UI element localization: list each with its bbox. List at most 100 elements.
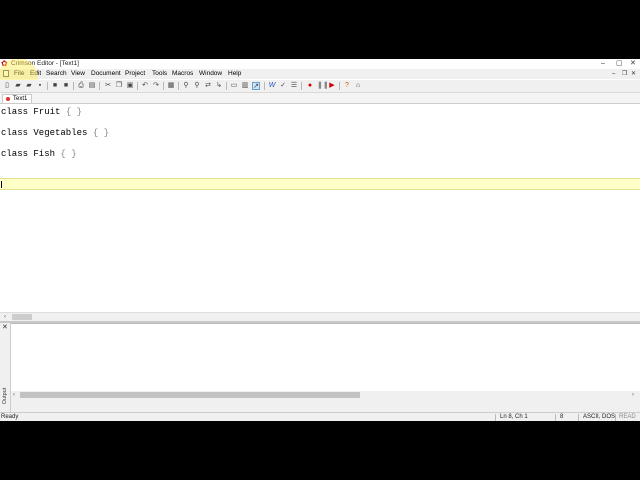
menu-edit[interactable]: Edit [30,70,41,78]
new-window-icon[interactable]: ▭ [230,82,238,90]
code-text: class Fish [1,149,61,159]
print-icon[interactable]: ⎙ [77,82,85,90]
output-horizontal-scrollbar[interactable]: ‹ › [11,391,640,399]
code-brace: { } [60,149,77,159]
open-file-icon[interactable]: ▰ [14,82,22,90]
spell-check-icon[interactable]: ✓ [279,82,287,90]
close-icon[interactable]: ✕ [630,60,636,68]
editor-horizontal-scrollbar[interactable]: ‹ [0,312,640,321]
column-indicator: 8 [560,414,564,420]
copy-icon[interactable]: ❐ [115,82,123,90]
status-message: Ready [1,414,19,420]
menu-macros[interactable]: Macros [172,70,193,78]
save-all-icon[interactable]: ▪ [36,82,44,90]
output-label: Output [2,387,8,405]
editor-window: ✿ Crimson Editor - [Text1] – ▢ ✕ File Ed… [0,59,640,421]
play-macro-icon[interactable]: ▶ [328,82,336,90]
code-line: class Fruit { } [1,107,82,118]
menu-file[interactable]: File [14,70,24,78]
scrollbar-thumb[interactable] [20,392,360,398]
menu-tools[interactable]: Tools [152,70,167,78]
save-as-icon[interactable]: ■ [62,82,70,90]
output-text-area[interactable] [11,323,640,391]
new-file-icon[interactable]: ▯ [3,82,11,90]
open-remote-icon[interactable]: ▰ [25,82,33,90]
toolbar-separator [226,82,227,90]
modified-indicator-icon [6,97,10,101]
title-bar[interactable]: ✿ Crimson Editor - [Text1] – ▢ ✕ [0,59,640,69]
find-icon[interactable]: ⚲ [182,82,190,90]
toolbar-separator [99,82,100,90]
code-brace: { } [92,128,110,138]
doc-minimize-icon[interactable]: – [612,70,615,78]
paste-icon[interactable]: ▣ [126,82,134,90]
toolbar-separator [264,82,265,90]
menu-window[interactable]: Window [199,70,222,78]
current-line-highlight [0,178,640,190]
column-mode-icon[interactable]: ↗ [252,82,260,90]
output-panel: ✕ Output ‹ › [0,323,640,413]
status-bar: Ready Ln 8, Ch 1 8 ASCII, DOS READ [0,412,640,421]
status-separator [495,414,496,421]
document-icon[interactable] [3,70,9,77]
read-mode-indicator: READ [619,414,636,420]
menu-bar: File Edit Search View Document Project T… [0,69,640,79]
pause-macro-icon[interactable]: ❚❚ [317,82,329,90]
status-separator [555,414,556,421]
select-all-icon[interactable]: ▦ [167,82,175,90]
code-line: class Vegetables { } [1,128,109,139]
replace-icon[interactable]: ⇄ [204,82,212,90]
menu-document[interactable]: Document [91,70,121,78]
scroll-right-icon[interactable]: › [632,391,634,399]
text-caret [1,181,2,188]
toolbar-separator [73,82,74,90]
record-macro-icon[interactable]: ● [306,82,314,90]
redo-icon[interactable]: ↷ [152,82,160,90]
menu-project[interactable]: Project [125,70,145,78]
word-wrap-icon[interactable]: W [268,82,276,90]
close-output-icon[interactable]: ✕ [2,324,8,332]
tab-label: Text1 [13,96,28,102]
doc-close-icon[interactable]: ✕ [631,70,636,78]
doc-restore-icon[interactable]: ❐ [622,70,627,78]
undo-icon[interactable]: ↶ [141,82,149,90]
menu-view[interactable]: View [71,70,85,78]
crimson-editor-icon: ✿ [1,59,8,68]
toolbar-separator [137,82,138,90]
tab-text1[interactable]: Text1 [2,94,33,103]
toolbar: ▯ ▰ ▰ ▪ ■ ■ ⎙ ▤ ✂ ❐ ▣ ↶ ↷ ▦ ⚲ ⚲ ⇄ ↳ ▭ ▥ … [0,80,640,93]
scroll-left-icon[interactable]: ‹ [4,313,6,321]
toolbar-separator [163,82,164,90]
status-separator [578,414,579,421]
document-tabs: Text1 [0,93,640,104]
help-icon[interactable]: ? [343,82,351,90]
window-title: Crimson Editor - [Text1] [11,60,79,67]
code-text: class Fruit [1,107,66,117]
toolbar-separator [47,82,48,90]
toolbar-separator [178,82,179,90]
print-preview-icon[interactable]: ▤ [88,82,96,90]
split-icon[interactable]: ▥ [241,82,249,90]
text-editor[interactable]: class Fruit { } class Vegetables { } cla… [0,104,640,312]
menu-search[interactable]: Search [46,70,67,78]
menu-help[interactable]: Help [228,70,241,78]
home-icon[interactable]: ⌂ [354,82,362,90]
line-numbers-icon[interactable]: ☰ [290,82,298,90]
scroll-left-icon[interactable]: ‹ [13,391,15,399]
toolbar-separator [301,82,302,90]
save-icon[interactable]: ■ [51,82,59,90]
find-next-icon[interactable]: ⚲ [193,82,201,90]
encoding-indicator: ASCII, DOS [583,414,616,420]
goto-icon[interactable]: ↳ [215,82,223,90]
cut-icon[interactable]: ✂ [104,82,112,90]
toolbar-separator [339,82,340,90]
minimize-icon[interactable]: – [601,60,605,68]
scrollbar-thumb[interactable] [12,314,32,320]
status-separator [615,414,616,421]
code-brace: { } [65,107,83,117]
code-line: class Fish { } [1,149,77,160]
cursor-position: Ln 8, Ch 1 [500,414,528,420]
maximize-icon[interactable]: ▢ [616,60,623,68]
output-sidebar: ✕ Output [0,323,11,413]
code-text: class Vegetables [1,128,93,138]
